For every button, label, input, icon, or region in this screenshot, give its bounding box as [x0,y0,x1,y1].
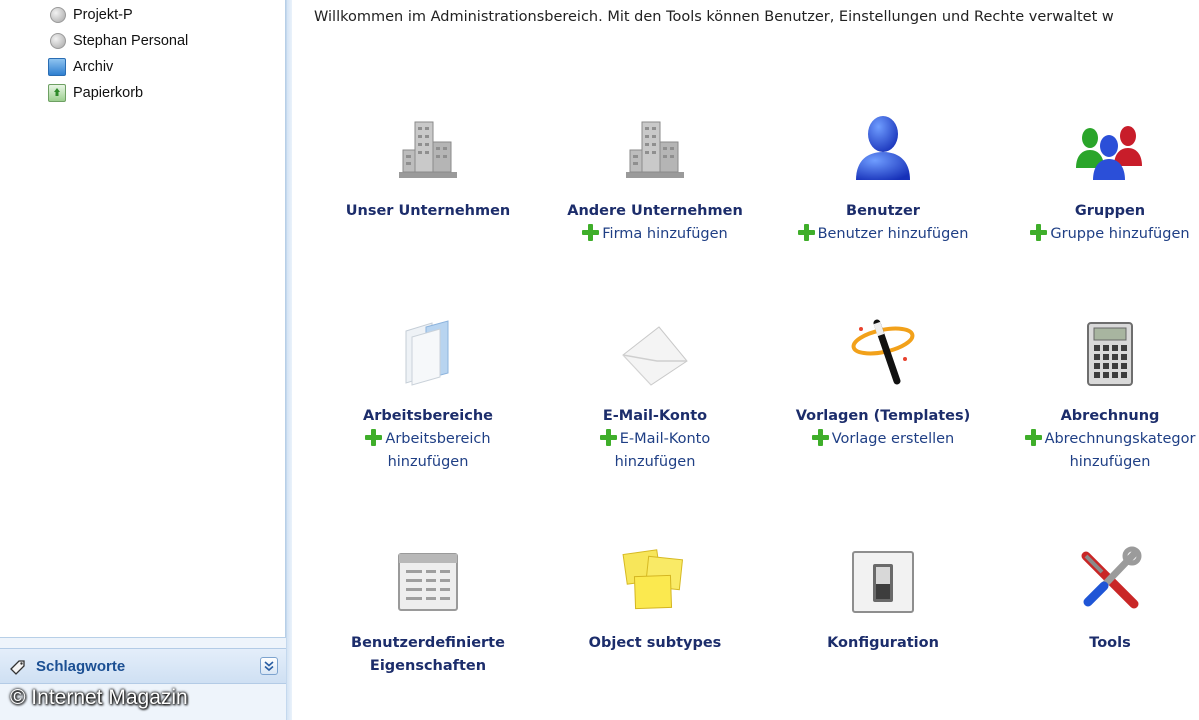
action-label: Benutzer hinzufügen [817,226,969,242]
action-label-line2: hinzufügen [1069,454,1151,470]
tool-title[interactable]: Benutzerdefinierte Eigenschaften [313,632,543,678]
tree-item-label: Papierkorb [73,85,144,101]
tools-icon [1081,546,1142,609]
tool-unser-unternehmen: Unser Unternehmen [313,106,543,223]
tool-title[interactable]: Gruppen [995,200,1199,223]
envelope-icon [622,326,688,386]
collapse-button[interactable] [260,657,278,675]
custom-properties-icon [398,553,458,611]
workspace-tree: Projekt-P Stephan Personal Archiv Papier… [0,0,286,638]
tool-icon-button[interactable] [768,106,998,182]
add-company-link[interactable]: Firma hinzufügen [540,223,770,246]
action-label: E-Mail-Konto [619,431,711,447]
tool-tools: Tools [995,538,1199,655]
tool-andere-unternehmen: Andere Unternehmen Firma hinzufügen [540,106,770,246]
tool-object-subtypes: Object subtypes [540,538,770,655]
sidebar: Projekt-P Stephan Personal Archiv Papier… [0,0,292,720]
calculator-icon [1087,322,1133,386]
tool-icon-button[interactable] [313,538,543,614]
tool-benutzer: Benutzer Benutzer hinzufügen [768,106,998,246]
add-user-link[interactable]: Benutzer hinzufügen [768,223,998,246]
tool-icon-button[interactable] [540,106,770,182]
plus-icon [365,429,383,446]
tool-abrechnung: Abrechnung Abrechnungskategor hinzufügen [995,311,1199,474]
action-label: Abrechnungskategor [1044,431,1196,447]
create-template-link[interactable]: Vorlage erstellen [768,428,998,451]
tool-title-line1: Benutzerdefinierte [351,635,505,651]
tool-vorlagen: Vorlagen (Templates) Vorlage erstellen [768,311,998,451]
tool-icon-button[interactable] [995,106,1199,182]
tool-title[interactable]: Andere Unternehmen [540,200,770,223]
tool-icon-button[interactable] [768,538,998,614]
action-label: Gruppe hinzufügen [1050,226,1190,242]
tool-title[interactable]: Benutzer [768,200,998,223]
plus-icon [811,429,829,446]
tool-arbeitsbereiche: Arbeitsbereiche Arbeitsbereich hinzufügen [313,311,543,474]
add-billing-category-link[interactable]: Abrechnungskategor hinzufügen [995,428,1199,474]
tool-title[interactable]: Abrechnung [995,405,1199,428]
tool-icon-button[interactable] [313,106,543,182]
tool-title[interactable]: Konfiguration [768,632,998,655]
user-icon [856,116,910,180]
tool-benutzerdefinierte-eigenschaften: Benutzerdefinierte Eigenschaften [313,538,543,678]
tool-gruppen: Gruppen Gruppe hinzufügen [995,106,1199,246]
groups-icon [1076,126,1142,180]
tool-title[interactable]: E-Mail-Konto [540,405,770,428]
company-building-icon [399,121,457,178]
workspace-circle-icon [50,7,66,23]
tool-icon-button[interactable] [540,311,770,387]
sticky-notes-icon [622,549,684,610]
plus-icon [1024,429,1042,446]
tool-title[interactable]: Tools [995,632,1199,655]
plus-icon [797,224,815,241]
archive-icon [48,58,66,76]
double-chevron-down-icon [264,661,274,672]
folder-icon [405,320,449,386]
tree-item-archiv[interactable]: Archiv [48,56,113,78]
tool-title[interactable]: Object subtypes [540,632,770,655]
tool-e-mail-konto: E-Mail-Konto E-Mail-Konto hinzufügen [540,311,770,474]
action-label: Firma hinzufügen [602,226,728,242]
tool-icon-button[interactable] [540,538,770,614]
tag-icon [10,660,25,675]
tree-item-papierkorb[interactable]: Papierkorb [48,82,143,104]
welcome-text: Willkommen im Administrationsbereich. Mi… [314,9,1114,25]
plus-icon [1030,224,1048,241]
action-label: Arbeitsbereich [385,431,491,447]
tool-title[interactable]: Arbeitsbereiche [313,405,543,428]
tree-item-label: Projekt-P [73,7,133,23]
tool-title-line2: Eigenschaften [369,658,487,674]
tree-item-label: Archiv [73,59,114,75]
plus-icon [599,429,617,446]
add-workspace-link[interactable]: Arbeitsbereich hinzufügen [313,428,543,474]
admin-panel: Willkommen im Administrationsbereich. Mi… [292,0,1199,720]
tree-item-stephan-personal[interactable]: Stephan Personal [48,30,188,52]
trash-icon [48,84,66,102]
other-companies-building-icon [626,121,684,178]
tree-item-projekt-p[interactable]: Projekt-P [48,4,133,26]
tool-icon-button[interactable] [768,311,998,387]
tool-title[interactable]: Vorlagen (Templates) [768,405,998,428]
magic-wand-icon [851,319,915,385]
tool-konfiguration: Konfiguration [768,538,998,655]
action-label-line2: hinzufügen [387,454,469,470]
tool-icon-button[interactable] [995,311,1199,387]
section-label: Schlagworte [36,657,126,675]
add-group-link[interactable]: Gruppe hinzufügen [995,223,1199,246]
tree-item-label: Stephan Personal [73,33,189,49]
section-schlagworte[interactable]: Schlagworte [0,648,286,684]
switch-icon [852,551,914,613]
tool-icon-button[interactable] [995,538,1199,614]
plus-icon [582,224,600,241]
action-label: Vorlage erstellen [831,431,955,447]
add-email-account-link[interactable]: E-Mail-Konto hinzufügen [540,428,770,474]
action-label-line2: hinzufügen [614,454,696,470]
watermark: © Internet Magazin [10,686,188,709]
workspace-circle-icon [50,33,66,49]
tool-icon-button[interactable] [313,311,543,387]
tool-title[interactable]: Unser Unternehmen [313,200,543,223]
